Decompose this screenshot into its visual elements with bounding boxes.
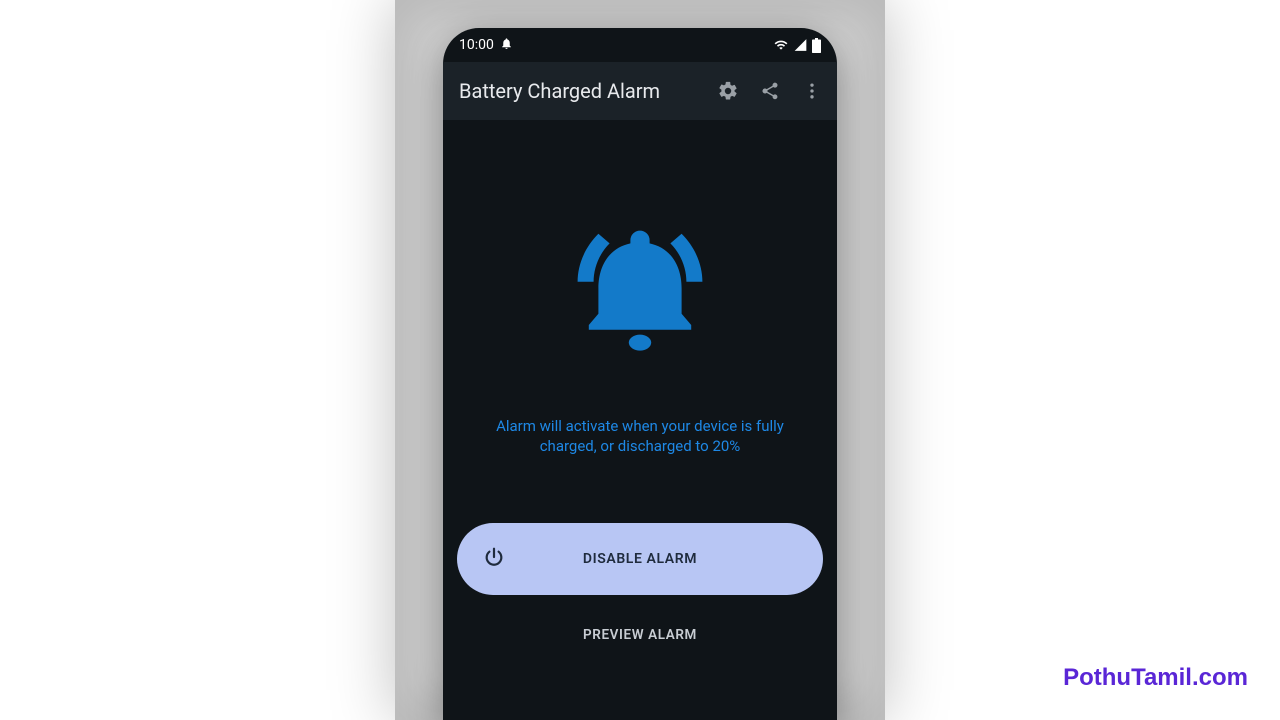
wifi-icon — [773, 38, 789, 52]
share-icon[interactable] — [759, 80, 781, 102]
more-icon[interactable] — [801, 80, 823, 102]
watermark-text: PothuTamil.com — [1063, 664, 1248, 692]
power-icon — [483, 546, 505, 572]
alarm-bell-icon — [560, 210, 720, 360]
app-title: Battery Charged Alarm — [459, 79, 717, 103]
status-left: 10:00 — [459, 37, 513, 54]
settings-icon[interactable] — [717, 80, 739, 102]
screen-body: Alarm will activate when your device is … — [443, 120, 837, 720]
phone-frame: 10:00 Battery Charged Alarm — [443, 28, 837, 720]
notification-bell-icon — [500, 37, 513, 54]
status-right — [773, 38, 821, 53]
alarm-info-text: Alarm will activate when your device is … — [457, 416, 823, 457]
cellular-icon — [793, 38, 808, 52]
battery-icon — [812, 38, 821, 53]
app-bar: Battery Charged Alarm — [443, 62, 837, 120]
clock: 10:00 — [459, 37, 494, 53]
disable-alarm-button[interactable]: DISABLE ALARM — [457, 523, 823, 595]
disable-alarm-label: DISABLE ALARM — [457, 551, 823, 567]
preview-alarm-button[interactable]: PREVIEW ALARM — [567, 619, 713, 651]
status-bar: 10:00 — [443, 28, 837, 62]
